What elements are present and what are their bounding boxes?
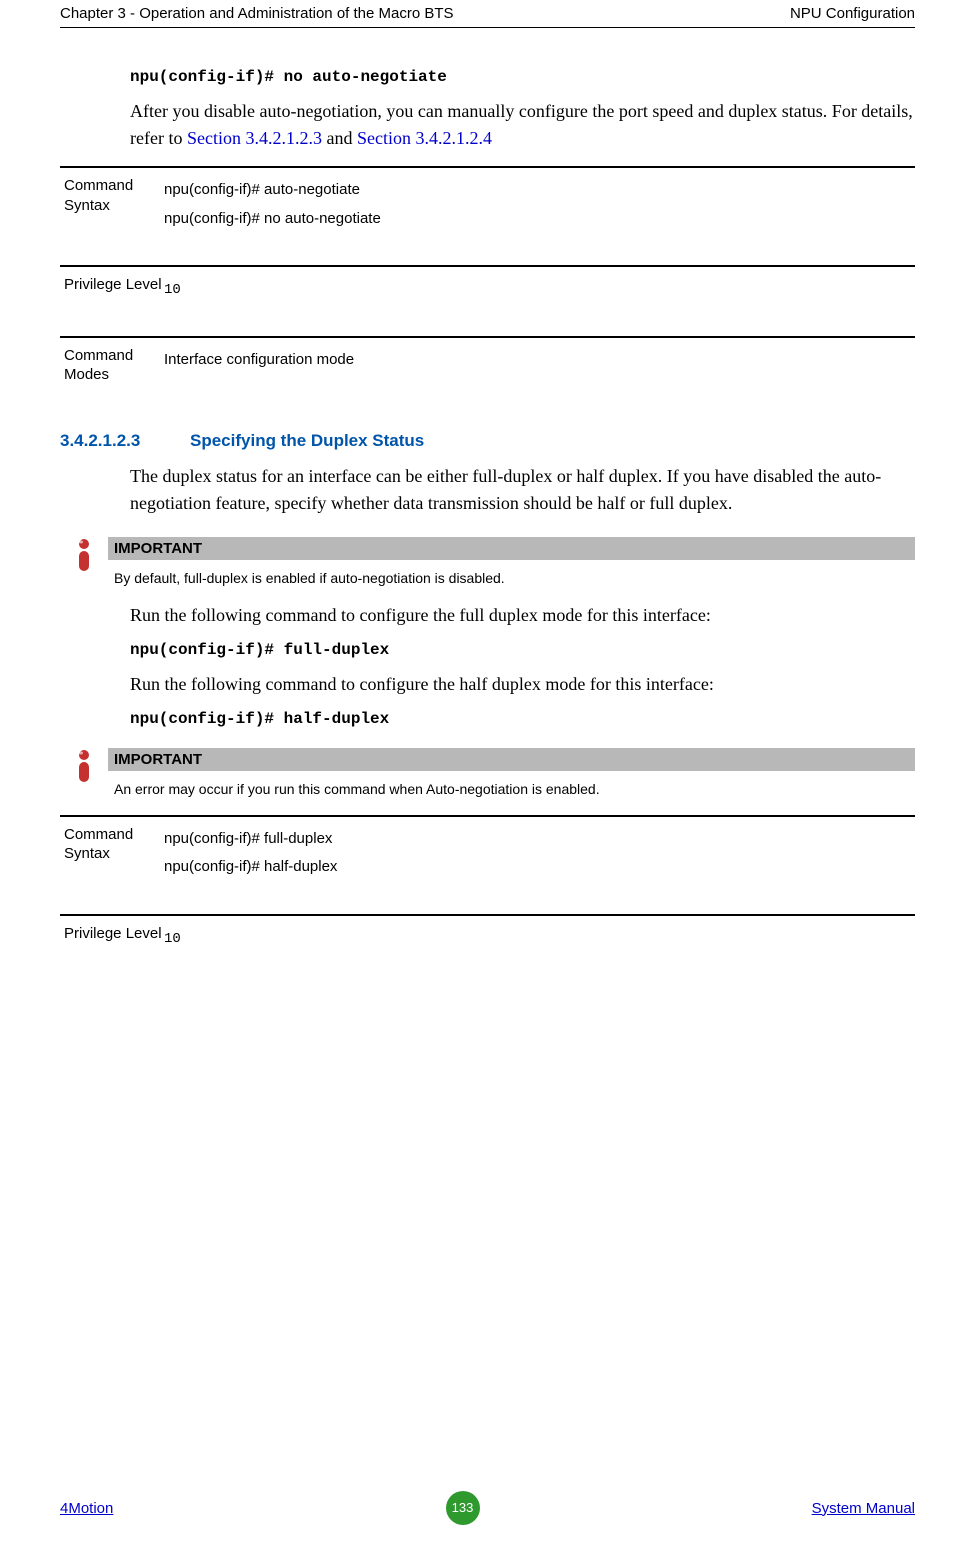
page-header: Chapter 3 - Operation and Administration… — [60, 0, 915, 28]
important-note: IMPORTANT By default, full-duplex is ena… — [60, 537, 915, 590]
section-para1: The duplex status for an interface can b… — [130, 463, 915, 517]
def-row-syntax: Command Syntax npu(config-if)# auto-nego… — [60, 166, 915, 251]
priv-value: 10 — [164, 282, 181, 298]
def-value-syntax: npu(config-if)# auto-negotiate npu(confi… — [164, 176, 915, 233]
syntax-line: npu(config-if)# auto-negotiate — [164, 176, 915, 205]
section-heading: 3.4.2.1.2.3 Specifying the Duplex Status — [60, 431, 915, 451]
note-body: An error may occur if you run this comma… — [108, 771, 915, 801]
intro-paragraph: After you disable auto-negotiation, you … — [130, 98, 915, 152]
def-label-priv: Privilege Level — [60, 924, 164, 953]
def-label-priv: Privilege Level — [60, 275, 164, 304]
def-label-syntax: Command Syntax — [60, 176, 164, 233]
section-para2: Run the following command to configure t… — [130, 602, 915, 629]
def-row-priv: Privilege Level 10 — [60, 265, 915, 322]
priv-value: 10 — [164, 931, 181, 947]
note-body: By default, full-duplex is enabled if au… — [108, 560, 915, 590]
section-title: Specifying the Duplex Status — [190, 431, 424, 451]
footer-brand[interactable]: 4Motion — [60, 1500, 113, 1517]
def-row-priv2: Privilege Level 10 — [60, 914, 915, 971]
syntax-line: npu(config-if)# full-duplex — [164, 825, 915, 854]
page-number: 133 — [446, 1491, 480, 1525]
code-line: npu(config-if)# full-duplex — [130, 641, 915, 659]
def-row-syntax2: Command Syntax npu(config-if)# full-dupl… — [60, 815, 915, 900]
link-section-34212-4[interactable]: Section 3.4.2.1.2.4 — [357, 128, 492, 148]
def-label-syntax: Command Syntax — [60, 825, 164, 882]
def-value-priv: 10 — [164, 275, 915, 304]
note-title: IMPORTANT — [108, 537, 915, 560]
note-title: IMPORTANT — [108, 748, 915, 771]
header-left: Chapter 3 - Operation and Administration… — [60, 5, 454, 22]
code-line: npu(config-if)# half-duplex — [130, 710, 915, 728]
syntax-line: npu(config-if)# no auto-negotiate — [164, 205, 915, 234]
page-footer: 4Motion 133 System Manual — [60, 1491, 915, 1525]
footer-manual-link[interactable]: System Manual — [812, 1500, 915, 1517]
syntax-line: npu(config-if)# half-duplex — [164, 853, 915, 882]
intro-and: and — [322, 128, 357, 148]
def-value-priv: 10 — [164, 924, 915, 953]
link-section-34212-3[interactable]: Section 3.4.2.1.2.3 — [187, 128, 322, 148]
info-icon — [60, 537, 108, 575]
def-value-modes: Interface configuration mode — [164, 346, 915, 385]
def-label-modes: Command Modes — [60, 346, 164, 385]
section-para3: Run the following command to configure t… — [130, 671, 915, 698]
important-note: IMPORTANT An error may occur if you run … — [60, 748, 915, 801]
def-row-modes: Command Modes Interface configuration mo… — [60, 336, 915, 403]
def-value-syntax: npu(config-if)# full-duplex npu(config-i… — [164, 825, 915, 882]
section-number: 3.4.2.1.2.3 — [60, 431, 190, 451]
header-right: NPU Configuration — [790, 5, 915, 22]
info-icon — [60, 748, 108, 786]
code-line: npu(config-if)# no auto-negotiate — [130, 68, 915, 86]
